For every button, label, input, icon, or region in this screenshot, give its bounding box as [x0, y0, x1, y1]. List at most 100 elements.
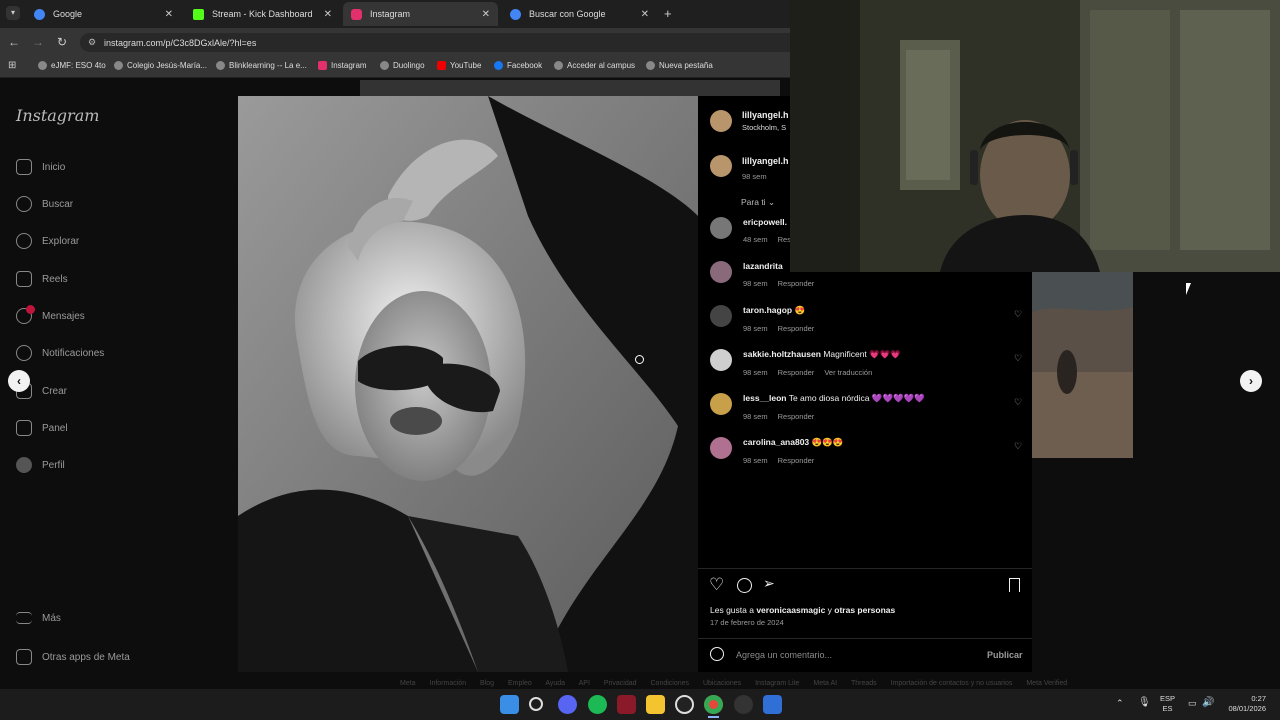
forward-icon[interactable]: → [30, 34, 46, 50]
bookmark-item[interactable]: Blinklearning -- La e... [216, 61, 307, 70]
caption-author-name[interactable]: lillyangel.h [742, 156, 789, 166]
footer-link[interactable]: Empleo [508, 680, 532, 687]
close-tab-icon[interactable]: ✕ [482, 9, 490, 20]
reply-button[interactable]: Responder [778, 368, 815, 377]
bookmark-item[interactable]: Facebook [494, 61, 542, 70]
reload-icon[interactable]: ↻ [54, 34, 70, 50]
footer-link[interactable]: Meta AI [813, 680, 837, 687]
footer-link[interactable]: Threads [851, 680, 877, 687]
comment-user[interactable]: sakkie.holtzhausen [743, 349, 821, 359]
bookmark-item[interactable]: Colegio Jesús-María... [114, 61, 207, 70]
comment-user[interactable]: ericpowell. [743, 217, 787, 227]
reply-button[interactable]: Responder [778, 456, 815, 465]
discord-icon[interactable] [558, 695, 577, 714]
bookmark-icon[interactable] [1009, 578, 1020, 592]
publish-button[interactable]: Publicar [987, 650, 1023, 660]
comment-user[interactable]: carolina_ana803 [743, 437, 809, 447]
footer-link[interactable]: Condiciones [651, 680, 690, 687]
close-tab-icon[interactable]: ✕ [165, 9, 173, 20]
avatar[interactable] [710, 261, 732, 283]
avatar[interactable] [710, 437, 732, 459]
comment-like-heart-icon[interactable]: ♡ [1014, 398, 1023, 407]
reply-button[interactable]: Res [778, 235, 791, 244]
reply-button[interactable]: Responder [778, 279, 815, 288]
nav-notificaciones[interactable]: Notificaciones [16, 345, 104, 361]
nav-inicio[interactable]: Inicio [16, 159, 65, 175]
liker-name[interactable]: veronicaasmagic [756, 605, 825, 615]
clock[interactable]: 0:27 08/01/2026 [1222, 694, 1266, 714]
bookmark-item[interactable]: Duolingo [380, 61, 425, 70]
heart-icon[interactable]: ♡ [709, 576, 724, 593]
footer-link[interactable]: API [579, 680, 590, 687]
url-bar[interactable]: ⚙ instagram.com/p/C3c8DGxlAle/?hl=es [80, 33, 800, 52]
bookmark-item[interactable]: YouTube [437, 61, 481, 70]
bookmark-item[interactable]: eJMF: ESO 4to [38, 61, 106, 70]
kick-icon[interactable] [617, 695, 636, 714]
language-indicator[interactable]: ESP ES [1160, 694, 1175, 714]
nav-explorar[interactable]: Explorar [16, 233, 79, 249]
comment-user[interactable]: less__leon [743, 393, 786, 403]
back-icon[interactable]: ← [6, 34, 22, 50]
footer-link[interactable]: Instagram Lite [755, 680, 799, 687]
bookmark-item[interactable]: Instagram [318, 61, 367, 70]
tab-kick[interactable]: Stream - Kick Dashboard ✕ [185, 2, 340, 26]
apps-grid-icon[interactable]: ⊞ [8, 61, 18, 71]
caption-author-avatar[interactable] [710, 155, 732, 177]
bookmark-item[interactable]: Acceder al campus [554, 61, 635, 70]
nav-reels[interactable]: Reels [16, 271, 68, 287]
site-info-icon[interactable]: ⚙ [88, 37, 96, 48]
close-tab-icon[interactable]: ✕ [324, 9, 332, 20]
footer-link[interactable]: Ayuda [545, 680, 565, 687]
nav-perfil[interactable]: Perfil [16, 457, 65, 473]
translate-button[interactable]: Ver traducción [824, 368, 872, 377]
emoji-icon[interactable] [710, 647, 724, 661]
chrome-icon[interactable] [704, 695, 723, 714]
footer-link[interactable]: Importación de contactos y no usuarios [891, 680, 1013, 687]
nav-panel[interactable]: Panel [16, 420, 68, 436]
tab-list-button[interactable]: ▾ [6, 6, 20, 20]
reply-button[interactable]: Responder [778, 324, 815, 333]
comment-input[interactable]: Agrega un comentario... [736, 650, 832, 660]
footer-link[interactable]: Blog [480, 680, 494, 687]
post-author-name[interactable]: lillyangel.h [742, 110, 789, 120]
post-author-avatar[interactable] [710, 110, 732, 132]
steam-icon[interactable] [734, 695, 753, 714]
comment-icon[interactable] [737, 578, 752, 593]
spotify-icon[interactable] [588, 695, 607, 714]
previous-post-button[interactable]: ‹ [8, 370, 30, 392]
footer-link[interactable]: Meta Verified [1026, 680, 1067, 687]
comment-like-heart-icon[interactable]: ♡ [1014, 442, 1023, 451]
comment-filter-dropdown[interactable]: Para ti ⌄ [741, 197, 775, 208]
avatar[interactable] [710, 305, 732, 327]
microphone-icon[interactable]: 🎙 [1138, 697, 1151, 708]
file-explorer-icon[interactable] [646, 695, 665, 714]
tab-google[interactable]: Google ✕ [26, 2, 181, 26]
avatar[interactable] [710, 393, 732, 415]
share-icon[interactable]: ➢ [763, 575, 775, 592]
tab-buscar-google[interactable]: Buscar con Google ✕ [502, 2, 657, 26]
comment-user[interactable]: lazandrita [743, 261, 783, 271]
avatar[interactable] [710, 217, 732, 239]
tab-instagram[interactable]: Instagram ✕ [343, 2, 498, 26]
reply-button[interactable]: Responder [778, 412, 815, 421]
search-icon[interactable] [529, 697, 543, 711]
others-link[interactable]: otras personas [834, 605, 895, 615]
windows-start-icon[interactable] [500, 695, 519, 714]
avatar[interactable] [710, 349, 732, 371]
network-icon[interactable]: ▭ [1188, 698, 1197, 709]
app-icon[interactable] [763, 695, 782, 714]
instagram-logo[interactable]: Instagram [16, 106, 99, 125]
nav-mas[interactable]: Más [16, 612, 61, 624]
volume-icon[interactable]: 🔊 [1202, 697, 1214, 708]
post-location[interactable]: Stockholm, S [742, 123, 786, 132]
bookmark-item[interactable]: Nueva pestaña [646, 61, 713, 70]
footer-link[interactable]: Meta [400, 680, 416, 687]
new-tab-button[interactable]: + [664, 6, 672, 21]
nav-buscar[interactable]: Buscar [16, 196, 73, 212]
footer-link[interactable]: Privacidad [604, 680, 637, 687]
comment-user[interactable]: taron.hagop [743, 305, 792, 315]
nav-otras-apps[interactable]: Otras apps de Meta [16, 649, 130, 665]
tray-chevron-up-icon[interactable]: ⌃ [1116, 698, 1124, 709]
footer-link[interactable]: Información [430, 680, 467, 687]
comment-like-heart-icon[interactable]: ♡ [1014, 310, 1023, 319]
